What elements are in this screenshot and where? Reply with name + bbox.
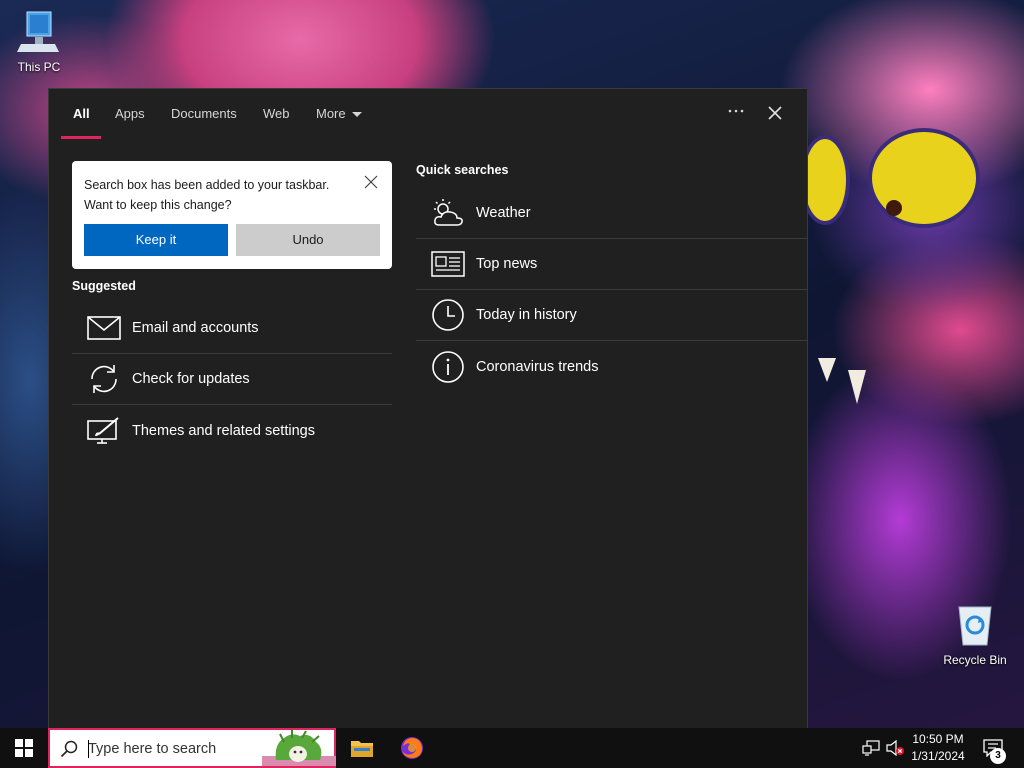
taskbar-firefox[interactable] — [388, 728, 436, 768]
windows-logo-icon — [15, 739, 33, 757]
desktop-icon-recycle-bin[interactable]: Recycle Bin — [940, 603, 1010, 667]
start-button[interactable] — [0, 728, 48, 768]
tray-network[interactable] — [860, 728, 882, 768]
desktop-icon-label: Recycle Bin — [943, 653, 1007, 667]
chevron-down-icon — [351, 112, 362, 118]
active-tab-indicator — [61, 136, 101, 139]
toast-close-button[interactable] — [364, 175, 378, 189]
close-panel-button[interactable] — [765, 103, 785, 123]
quick-searches-title: Quick searches — [416, 163, 509, 177]
tab-all[interactable]: All — [73, 106, 90, 121]
taskbar-file-explorer[interactable] — [338, 728, 386, 768]
wallpaper-fang — [818, 358, 836, 382]
clock-icon — [430, 297, 466, 333]
news-icon — [430, 246, 466, 282]
this-pc-icon — [17, 11, 59, 52]
mail-icon — [86, 310, 122, 346]
tab-more[interactable]: More — [316, 106, 362, 121]
search-highlight-art-icon — [262, 730, 336, 766]
text-cursor — [88, 740, 89, 758]
toast-message: Search box has been added to your taskba… — [84, 178, 330, 212]
suggested-item-updates[interactable]: Check for updates — [72, 354, 392, 405]
tab-more-label: More — [316, 106, 346, 121]
clock-date: 1/31/2024 — [911, 749, 965, 763]
tab-apps[interactable]: Apps — [115, 106, 145, 121]
taskbar-clock[interactable]: 10:50 PM 1/31/2024 — [902, 731, 974, 765]
taskbar-change-toast: Search box has been added to your taskba… — [72, 161, 392, 269]
desktop-icon-label: This PC — [17, 60, 61, 74]
keep-it-button[interactable]: Keep it — [84, 224, 228, 256]
list-item-label: Email and accounts — [132, 320, 259, 336]
list-item-label: Check for updates — [132, 371, 250, 387]
info-icon — [430, 349, 466, 385]
close-icon — [768, 106, 782, 120]
suggested-list: Email and accounts Check for updates The… — [72, 303, 392, 456]
sync-icon — [86, 361, 122, 397]
search-tabs: All Apps Documents Web More — [49, 89, 807, 139]
list-item-label: Themes and related settings — [132, 422, 315, 439]
taskbar-search-box[interactable] — [48, 728, 336, 768]
quick-searches-list: Weather Top news Today in history Corona… — [416, 188, 808, 392]
more-options-button[interactable] — [725, 101, 747, 123]
close-icon — [364, 175, 378, 189]
list-item-label: Weather — [476, 205, 531, 221]
list-item-label: Top news — [476, 256, 538, 272]
notification-count-badge: 3 — [990, 748, 1006, 764]
list-item-label: Today in history — [476, 307, 577, 323]
taskbar: 10:50 PM 1/31/2024 3 — [0, 728, 1024, 768]
quick-search-top-news[interactable]: Top news — [416, 239, 808, 290]
folder-icon — [351, 741, 373, 757]
undo-button[interactable]: Undo — [236, 224, 380, 256]
suggested-title: Suggested — [72, 279, 136, 293]
themes-icon — [86, 413, 122, 449]
tab-documents[interactable]: Documents — [171, 106, 237, 121]
recycle-bin-icon — [958, 606, 992, 646]
clock-time: 10:50 PM — [912, 732, 964, 746]
search-panel: All Apps Documents Web More Search box h… — [48, 88, 808, 728]
network-icon — [862, 740, 880, 756]
tab-web[interactable]: Web — [263, 106, 290, 121]
quick-search-weather[interactable]: Weather — [416, 188, 808, 239]
quick-search-today-in-history[interactable]: Today in history — [416, 290, 808, 341]
suggested-item-email[interactable]: Email and accounts — [72, 303, 392, 354]
list-item-label: Coronavirus trends — [476, 358, 599, 375]
firefox-icon — [401, 737, 423, 759]
weather-icon — [430, 195, 466, 231]
wallpaper-eye-right — [868, 128, 980, 228]
ellipsis-icon — [728, 109, 744, 113]
desktop-icon-this-pc[interactable]: This PC — [4, 10, 74, 74]
quick-search-coronavirus-trends[interactable]: Coronavirus trends — [416, 341, 808, 392]
suggested-item-themes[interactable]: Themes and related settings — [72, 405, 392, 456]
wallpaper-fang — [848, 370, 866, 404]
search-input[interactable] — [88, 738, 268, 760]
search-icon — [60, 740, 78, 758]
